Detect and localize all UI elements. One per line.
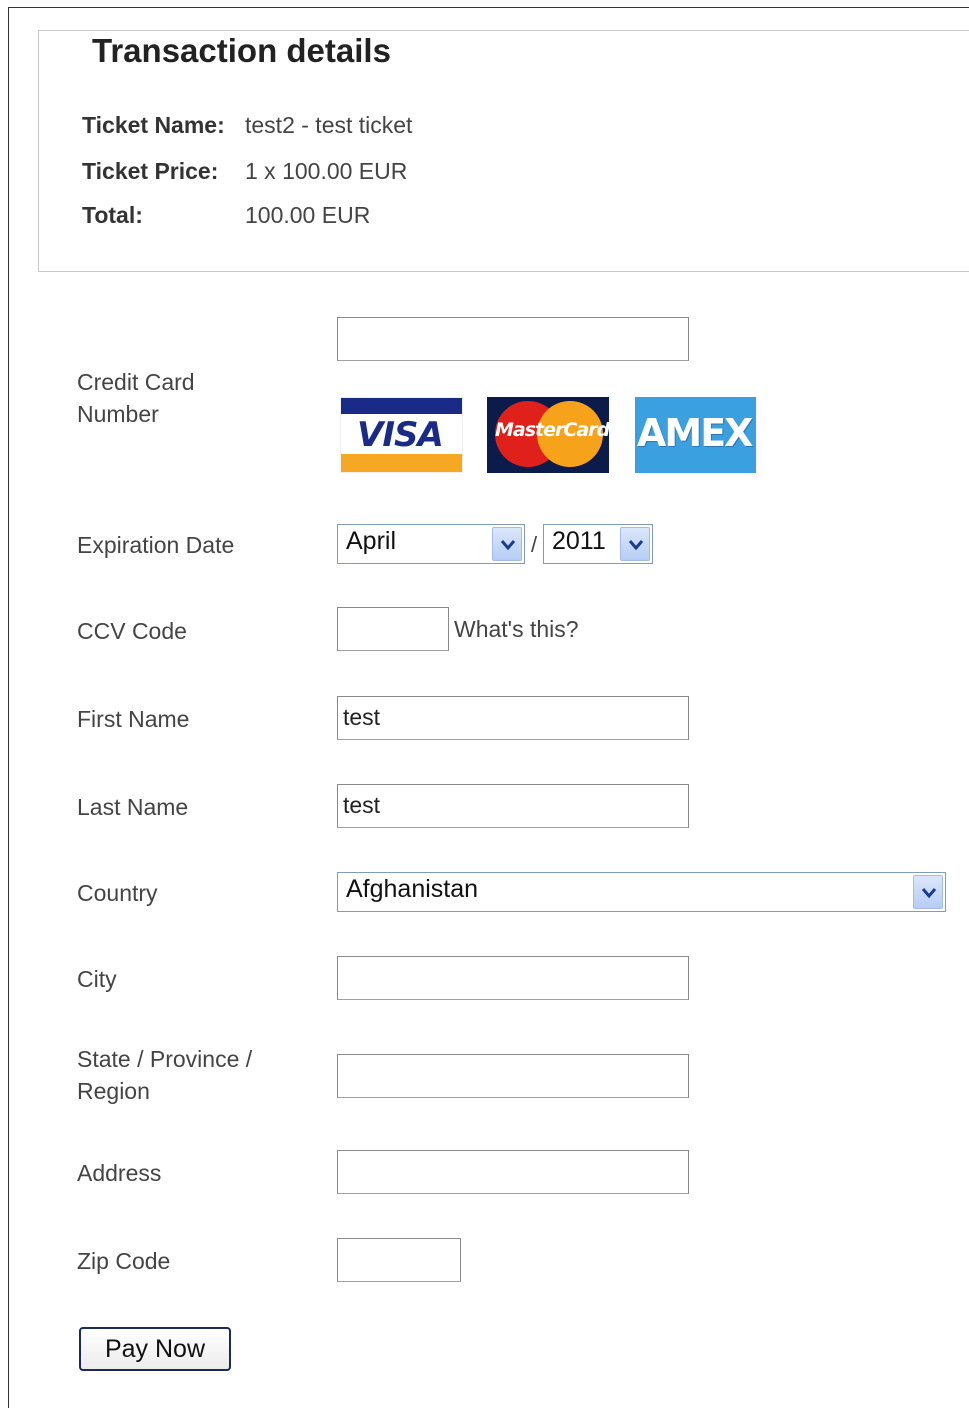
ticket-price-value: 1 x 100.00 EUR: [245, 158, 408, 184]
mastercard-logo: MasterCard: [487, 397, 609, 473]
last-name-input[interactable]: test: [337, 784, 689, 828]
state-input[interactable]: [337, 1054, 689, 1098]
mastercard-logo-text: MasterCard: [495, 419, 609, 441]
credit-card-label-line1: Credit Card: [77, 369, 195, 395]
state-label-line2: Region: [77, 1078, 150, 1104]
credit-card-input[interactable]: [337, 317, 689, 361]
total-value: 100.00 EUR: [245, 202, 371, 228]
expiration-month-select[interactable]: April: [337, 524, 525, 564]
pay-now-button[interactable]: Pay Now: [79, 1327, 231, 1371]
state-label: State / Province / Region: [77, 1043, 252, 1107]
ccv-code-label: CCV Code: [77, 618, 187, 644]
zip-code-input[interactable]: [337, 1238, 461, 1282]
chevron-down-icon[interactable]: [913, 875, 943, 909]
amex-logo-text: AMEX: [637, 411, 753, 455]
ticket-name-value: test2 - test ticket: [245, 112, 413, 138]
state-label-line1: State / Province /: [77, 1046, 253, 1072]
visa-band-bottom: [341, 454, 462, 472]
expiration-year-value: 2011: [552, 527, 606, 555]
country-label: Country: [77, 880, 158, 906]
whats-this-link[interactable]: What's this?: [454, 616, 579, 643]
country-select[interactable]: Afghanistan: [337, 872, 946, 912]
country-value: Afghanistan: [346, 875, 479, 903]
first-name-label: First Name: [77, 706, 190, 732]
expiration-month-value: April: [346, 527, 397, 555]
chevron-down-icon[interactable]: [620, 527, 650, 561]
city-input[interactable]: [337, 956, 689, 1000]
expiration-date-label: Expiration Date: [77, 532, 235, 558]
zip-code-label: Zip Code: [77, 1248, 171, 1274]
address-input[interactable]: [337, 1150, 689, 1194]
address-label: Address: [77, 1160, 162, 1186]
amex-logo: AMEX: [635, 397, 756, 473]
transaction-details-title: Transaction details: [72, 32, 411, 70]
total-label: Total:: [82, 202, 143, 228]
expiration-separator: /: [531, 532, 538, 557]
expiration-year-select[interactable]: 2011: [543, 524, 653, 564]
visa-band-top: [341, 398, 462, 414]
chevron-down-icon[interactable]: [492, 527, 522, 561]
ticket-name-label: Ticket Name:: [82, 112, 225, 138]
last-name-label: Last Name: [77, 794, 189, 820]
ticket-price-label: Ticket Price:: [82, 158, 219, 184]
ccv-code-input[interactable]: [337, 607, 449, 651]
visa-logo-text: VISA: [357, 415, 444, 455]
credit-card-label: Credit Card Number: [77, 366, 195, 430]
city-label: City: [77, 966, 117, 992]
first-name-input[interactable]: test: [337, 696, 689, 740]
visa-logo: VISA: [340, 397, 463, 473]
credit-card-label-line2: Number: [77, 401, 159, 427]
